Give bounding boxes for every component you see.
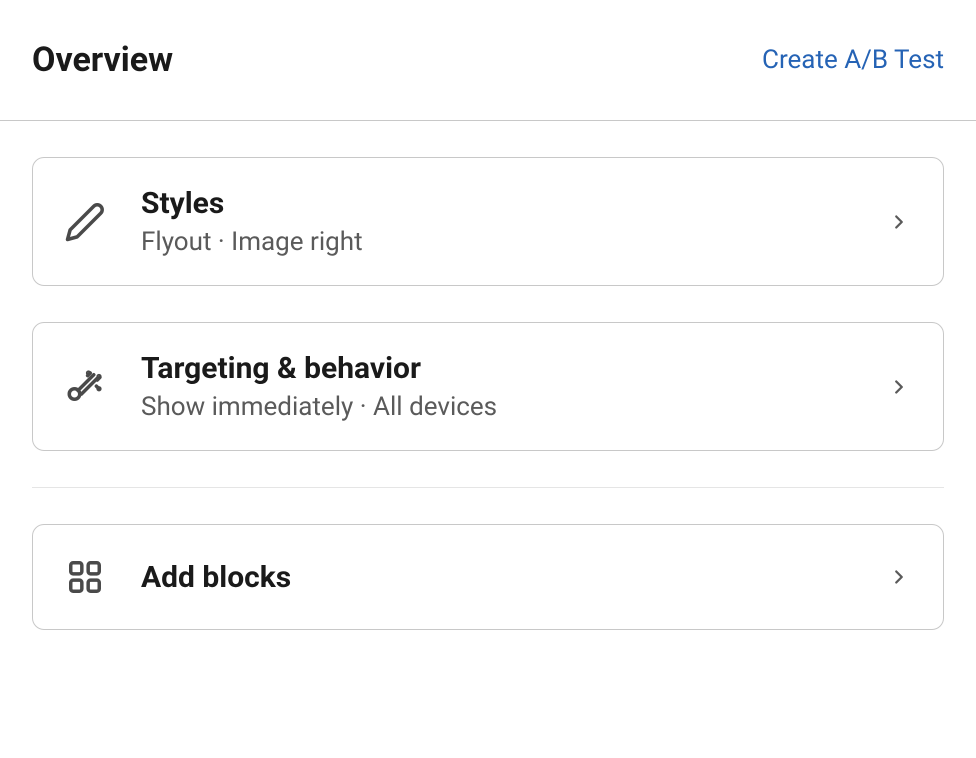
page-header: Overview Create A/B Test — [0, 0, 976, 121]
page-title: Overview — [32, 40, 173, 80]
chevron-right-icon — [887, 565, 911, 589]
card-title: Targeting & behavior — [141, 351, 887, 386]
divider — [32, 487, 944, 488]
targeting-behavior-card[interactable]: Targeting & behavior Show immediately · … — [32, 322, 944, 451]
card-subtitle: Show immediately · All devices — [141, 392, 887, 422]
card-body: Targeting & behavior Show immediately · … — [141, 351, 887, 422]
pencil-icon — [61, 198, 109, 246]
magic-wand-icon — [61, 363, 109, 411]
chevron-right-icon — [887, 375, 911, 399]
chevron-right-icon — [887, 210, 911, 234]
create-ab-test-link[interactable]: Create A/B Test — [762, 45, 944, 75]
grid-icon — [61, 553, 109, 601]
card-body: Styles Flyout · Image right — [141, 186, 887, 257]
card-title: Add blocks — [141, 560, 887, 595]
add-blocks-card[interactable]: Add blocks — [32, 524, 944, 630]
card-subtitle: Flyout · Image right — [141, 227, 887, 257]
card-body: Add blocks — [141, 560, 887, 595]
card-title: Styles — [141, 186, 887, 221]
content-area: Styles Flyout · Image right Targe — [0, 121, 976, 630]
styles-card[interactable]: Styles Flyout · Image right — [32, 157, 944, 286]
